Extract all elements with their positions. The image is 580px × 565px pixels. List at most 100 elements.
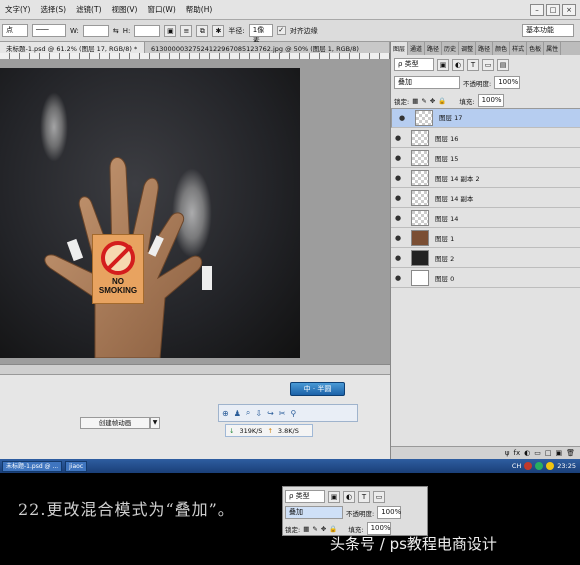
document-canvas[interactable]: NO SMOKING xyxy=(0,68,300,358)
stroke-style-select[interactable]: ─── xyxy=(32,24,66,37)
visibility-eye-icon[interactable]: ● xyxy=(391,274,405,282)
layer-row[interactable]: ● 图层 0 xyxy=(391,268,580,288)
upload-arrow-icon: ↑ xyxy=(267,426,273,435)
create-frame-animation-button[interactable]: 创建帧动画 xyxy=(80,417,150,429)
network-speed: ↓ 319K/S ↑ 3.8K/S xyxy=(225,424,313,437)
tray-app-icon[interactable] xyxy=(546,462,555,470)
visibility-eye-icon[interactable]: ● xyxy=(391,234,405,242)
radius-input[interactable]: 1像素 xyxy=(248,24,273,45)
pin-icon[interactable]: ⚲ xyxy=(290,409,296,418)
language-indicator[interactable]: CH xyxy=(512,462,521,470)
menu-help[interactable]: 帮助(H) xyxy=(181,4,218,15)
visibility-eye-icon[interactable]: ● xyxy=(391,134,405,142)
tab-paths[interactable]: 路径 xyxy=(425,42,443,55)
tab-history[interactable]: 历史 xyxy=(442,42,460,55)
visibility-eye-icon[interactable]: ● xyxy=(391,174,405,182)
shape-filter-icon[interactable]: ▭ xyxy=(482,58,494,71)
layer-row[interactable]: ● 图层 14 副本 xyxy=(391,188,580,208)
tab-styles[interactable]: 样式 xyxy=(510,42,528,55)
width-input[interactable] xyxy=(82,24,109,37)
menu-select[interactable]: 选择(S) xyxy=(35,4,71,15)
lock-transparent-icon[interactable]: ▦ xyxy=(412,97,418,105)
height-input[interactable] xyxy=(134,24,161,37)
mini-lock-label: 锁定: xyxy=(285,525,301,534)
visibility-eye-icon[interactable]: ● xyxy=(391,194,405,202)
fill-label: 填充: xyxy=(459,97,475,106)
menu-view[interactable]: 视图(V) xyxy=(107,4,143,15)
path-align-icon[interactable]: ≡ xyxy=(180,24,193,37)
minimize-button[interactable]: – xyxy=(530,3,544,16)
kind-filter-select[interactable]: ρ 类型 xyxy=(394,58,434,71)
menu-window[interactable]: 窗口(W) xyxy=(142,4,180,15)
tab-properties[interactable]: 属性 xyxy=(544,42,562,55)
tab-layers[interactable]: 图层 xyxy=(391,42,409,55)
layer-row[interactable]: ● 图层 1 xyxy=(391,228,580,248)
gear-icon[interactable]: ✱ xyxy=(212,24,225,37)
layer-row[interactable]: ● 图层 17 xyxy=(391,108,580,128)
horizontal-scrollbar[interactable] xyxy=(0,364,390,374)
menu-filter[interactable]: 滤镜(T) xyxy=(71,4,106,15)
visibility-eye-icon[interactable]: ● xyxy=(391,254,405,262)
opacity-input[interactable]: 100% xyxy=(494,76,521,89)
link-layers-icon[interactable]: ψ xyxy=(505,449,510,457)
tab-channels[interactable]: 通道 xyxy=(408,42,426,55)
w-label: W: xyxy=(70,26,79,35)
layer-name: 图层 14 副本 xyxy=(435,194,474,203)
path-arrange-icon[interactable]: ⧉ xyxy=(196,24,209,37)
text-filter-icon[interactable]: T xyxy=(467,58,479,71)
layer-row[interactable]: ● 图层 14 xyxy=(391,208,580,228)
tab-untitled[interactable]: 未标题-1.psd @ 61.2% (图层 17, RGB/8) * xyxy=(0,42,145,53)
fx-icon[interactable]: fx xyxy=(514,449,521,457)
zoom-icon[interactable]: ⊕ xyxy=(222,409,229,418)
menu-type[interactable]: 文字(Y) xyxy=(0,4,35,15)
lock-all-icon[interactable]: 🔒 xyxy=(438,97,446,105)
scissors-icon[interactable]: ✂ xyxy=(279,409,286,418)
pixel-filter-icon[interactable]: ▣ xyxy=(437,58,449,71)
lock-move-icon[interactable]: ✥ xyxy=(430,97,435,105)
tab-color[interactable]: 颜色 xyxy=(493,42,511,55)
chevron-down-icon[interactable]: ▼ xyxy=(150,417,160,429)
layer-row[interactable]: ● 图层 15 xyxy=(391,148,580,168)
visibility-eye-icon[interactable]: ● xyxy=(391,154,405,162)
smart-filter-icon[interactable]: ▤ xyxy=(497,58,509,71)
mask-icon[interactable]: ▭ xyxy=(534,449,541,457)
network-toolbar-label[interactable]: 中 · 半圆 xyxy=(290,382,345,396)
adjust-filter-icon[interactable]: ◐ xyxy=(452,58,464,71)
align-edges-checkbox[interactable]: ✓ xyxy=(276,26,286,35)
trash-icon[interactable]: 🗑 xyxy=(566,449,575,457)
visibility-eye-icon[interactable]: ● xyxy=(395,113,409,124)
path-ops-icon[interactable]: ▣ xyxy=(164,24,177,37)
tray-app-icon[interactable] xyxy=(535,462,544,470)
layer-row[interactable]: ● 图层 2 xyxy=(391,248,580,268)
layer-row[interactable]: ● 图层 16 xyxy=(391,128,580,148)
close-button[interactable]: × xyxy=(562,3,576,16)
user-icon[interactable]: ♟ xyxy=(234,409,241,418)
layer-row[interactable]: ● 图层 14 副本 2 xyxy=(391,168,580,188)
blend-mode-select[interactable]: 叠加 xyxy=(394,76,460,89)
fill-input[interactable]: 100% xyxy=(477,94,504,107)
new-layer-icon[interactable]: ▣ xyxy=(555,449,562,457)
search-icon[interactable]: ⌕ xyxy=(246,408,250,418)
maximize-button[interactable]: □ xyxy=(546,3,560,16)
layer-thumbnail xyxy=(411,189,429,206)
upload-speed: 3.8K/S xyxy=(277,426,299,435)
filter-row: ρ 类型 ▣ ◐ T ▭ ▤ xyxy=(391,58,580,71)
adjustment-layer-icon[interactable]: ◐ xyxy=(524,449,530,457)
share-icon[interactable]: ↪ xyxy=(267,409,274,418)
visibility-eye-icon[interactable]: ● xyxy=(391,214,405,222)
tab-adjust[interactable]: 调整 xyxy=(459,42,477,55)
tab-paths-2[interactable]: 路径 xyxy=(476,42,494,55)
tab-photo[interactable]: 613000003275241229670851237​62.jpg @ 50%… xyxy=(145,42,390,53)
blend-row: 叠加 不透明度: 100% xyxy=(391,76,580,89)
lock-brush-icon[interactable]: ✎ xyxy=(421,97,426,105)
link-icon[interactable]: ⇆ xyxy=(113,27,119,35)
workspace-select[interactable]: 基本功能 xyxy=(522,24,574,37)
folder-icon[interactable]: □ xyxy=(545,449,552,457)
download-icon[interactable]: ⇩ xyxy=(255,409,262,418)
tab-swatches[interactable]: 色板 xyxy=(527,42,545,55)
mini-fill-label: 填充: xyxy=(348,525,364,534)
point-select[interactable]: 点 xyxy=(2,24,28,37)
taskbar-item-jiaoc[interactable]: jiaoc xyxy=(65,460,88,472)
taskbar-item-photoshop[interactable]: 未标题-1.psd @ ... xyxy=(2,460,63,472)
tray-app-icon[interactable] xyxy=(524,462,533,470)
